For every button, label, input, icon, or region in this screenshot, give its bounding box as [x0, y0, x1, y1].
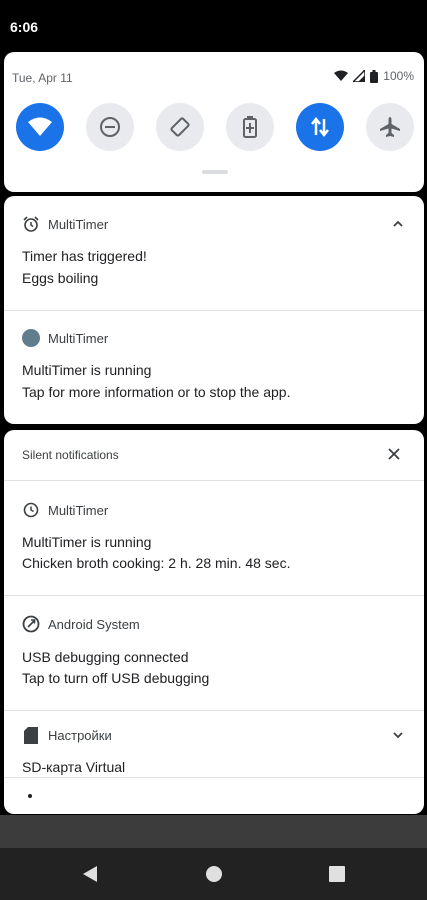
silent-notifications: Silent notifications MultiTimer MultiTim…: [4, 430, 424, 814]
notification-text: Tap for more information or to stop the …: [22, 384, 291, 400]
background-scrim: [0, 815, 427, 848]
qs-status-icons: 100%: [334, 69, 414, 83]
notification-title: Timer has triggered!: [22, 248, 147, 264]
sd-card-notification[interactable]: Настройки SD-карта Virtual: [4, 725, 424, 785]
chevron-down-icon[interactable]: [392, 729, 404, 741]
divider: [4, 480, 424, 481]
wifi-signal-icon: [334, 70, 349, 81]
multitimer-app-icon: [22, 329, 40, 347]
cell-signal-icon: [353, 70, 366, 82]
app-header: Android System: [22, 614, 140, 634]
back-icon: [83, 866, 97, 882]
silent-header: Silent notifications: [22, 448, 119, 462]
status-time: 6:06: [10, 19, 39, 35]
app-name: MultiTimer: [48, 216, 109, 232]
notification-title: MultiTimer is running: [22, 534, 152, 550]
battery-saver-icon: [243, 116, 257, 138]
notification-text: Tap to turn off USB debugging: [22, 670, 210, 686]
app-name: MultiTimer: [48, 502, 109, 518]
navigation-bar: [0, 848, 427, 900]
divider: [4, 310, 424, 311]
mobile-data-tile[interactable]: [296, 103, 344, 151]
android-system-icon: [22, 615, 40, 633]
alarm-clock-icon: [22, 215, 40, 233]
app-header: MultiTimer: [22, 500, 108, 520]
notification-title: MultiTimer is running: [22, 362, 152, 378]
close-icon[interactable]: [386, 446, 402, 462]
home-button[interactable]: [204, 864, 224, 884]
battery-icon: [370, 69, 379, 83]
alerting-notifications: MultiTimer Timer has triggered! Eggs boi…: [4, 196, 424, 424]
do-not-disturb-tile[interactable]: [86, 103, 134, 151]
qs-tiles: [16, 103, 414, 153]
divider: [4, 710, 424, 711]
app-name: Настройки: [48, 727, 112, 743]
auto-rotate-icon: [170, 117, 190, 137]
multitimer-running-notification[interactable]: MultiTimer MultiTimer is running Chicken…: [4, 500, 424, 595]
notification-text: Chicken broth cooking: 2 h. 28 min. 48 s…: [22, 555, 291, 571]
usb-debugging-notification[interactable]: Android System USB debugging connected T…: [4, 614, 424, 709]
divider: [4, 595, 424, 596]
divider: [4, 777, 424, 778]
sd-card-icon: [22, 726, 40, 744]
airplane-icon: [380, 117, 400, 137]
more-indicator: [28, 794, 32, 798]
status-bar: 6:06: [0, 0, 427, 52]
timer-notification[interactable]: MultiTimer Timer has triggered! Eggs boi…: [4, 214, 424, 312]
airplane-mode-tile[interactable]: [366, 103, 414, 151]
quick-settings-panel: Tue, Apr 11 100%: [4, 52, 424, 192]
app-header: MultiTimer: [22, 328, 108, 348]
notification-text: Eggs boiling: [22, 270, 99, 286]
do-not-disturb-icon: [100, 117, 120, 137]
app-name: MultiTimer: [48, 330, 109, 346]
wifi-icon: [28, 117, 52, 136]
battery-saver-tile[interactable]: [226, 103, 274, 151]
qs-drag-handle[interactable]: [202, 170, 228, 174]
mobile-data-icon: [311, 117, 329, 137]
app-header: Настройки: [22, 725, 112, 745]
notification-title: SD-карта Virtual: [22, 759, 126, 775]
chevron-up-icon[interactable]: [392, 218, 404, 230]
recents-icon: [329, 866, 345, 882]
notification-title: USB debugging connected: [22, 649, 189, 665]
recents-button[interactable]: [327, 864, 347, 884]
home-icon: [206, 866, 222, 882]
back-button[interactable]: [80, 864, 100, 884]
clock-icon: [22, 501, 40, 519]
wifi-tile[interactable]: [16, 103, 64, 151]
running-notification[interactable]: MultiTimer MultiTimer is running Tap for…: [4, 328, 424, 424]
app-name: Android System: [48, 616, 140, 632]
auto-rotate-tile[interactable]: [156, 103, 204, 151]
qs-date: Tue, Apr 11: [12, 71, 73, 85]
battery-percent: 100%: [383, 69, 414, 83]
app-header: MultiTimer: [22, 214, 108, 234]
